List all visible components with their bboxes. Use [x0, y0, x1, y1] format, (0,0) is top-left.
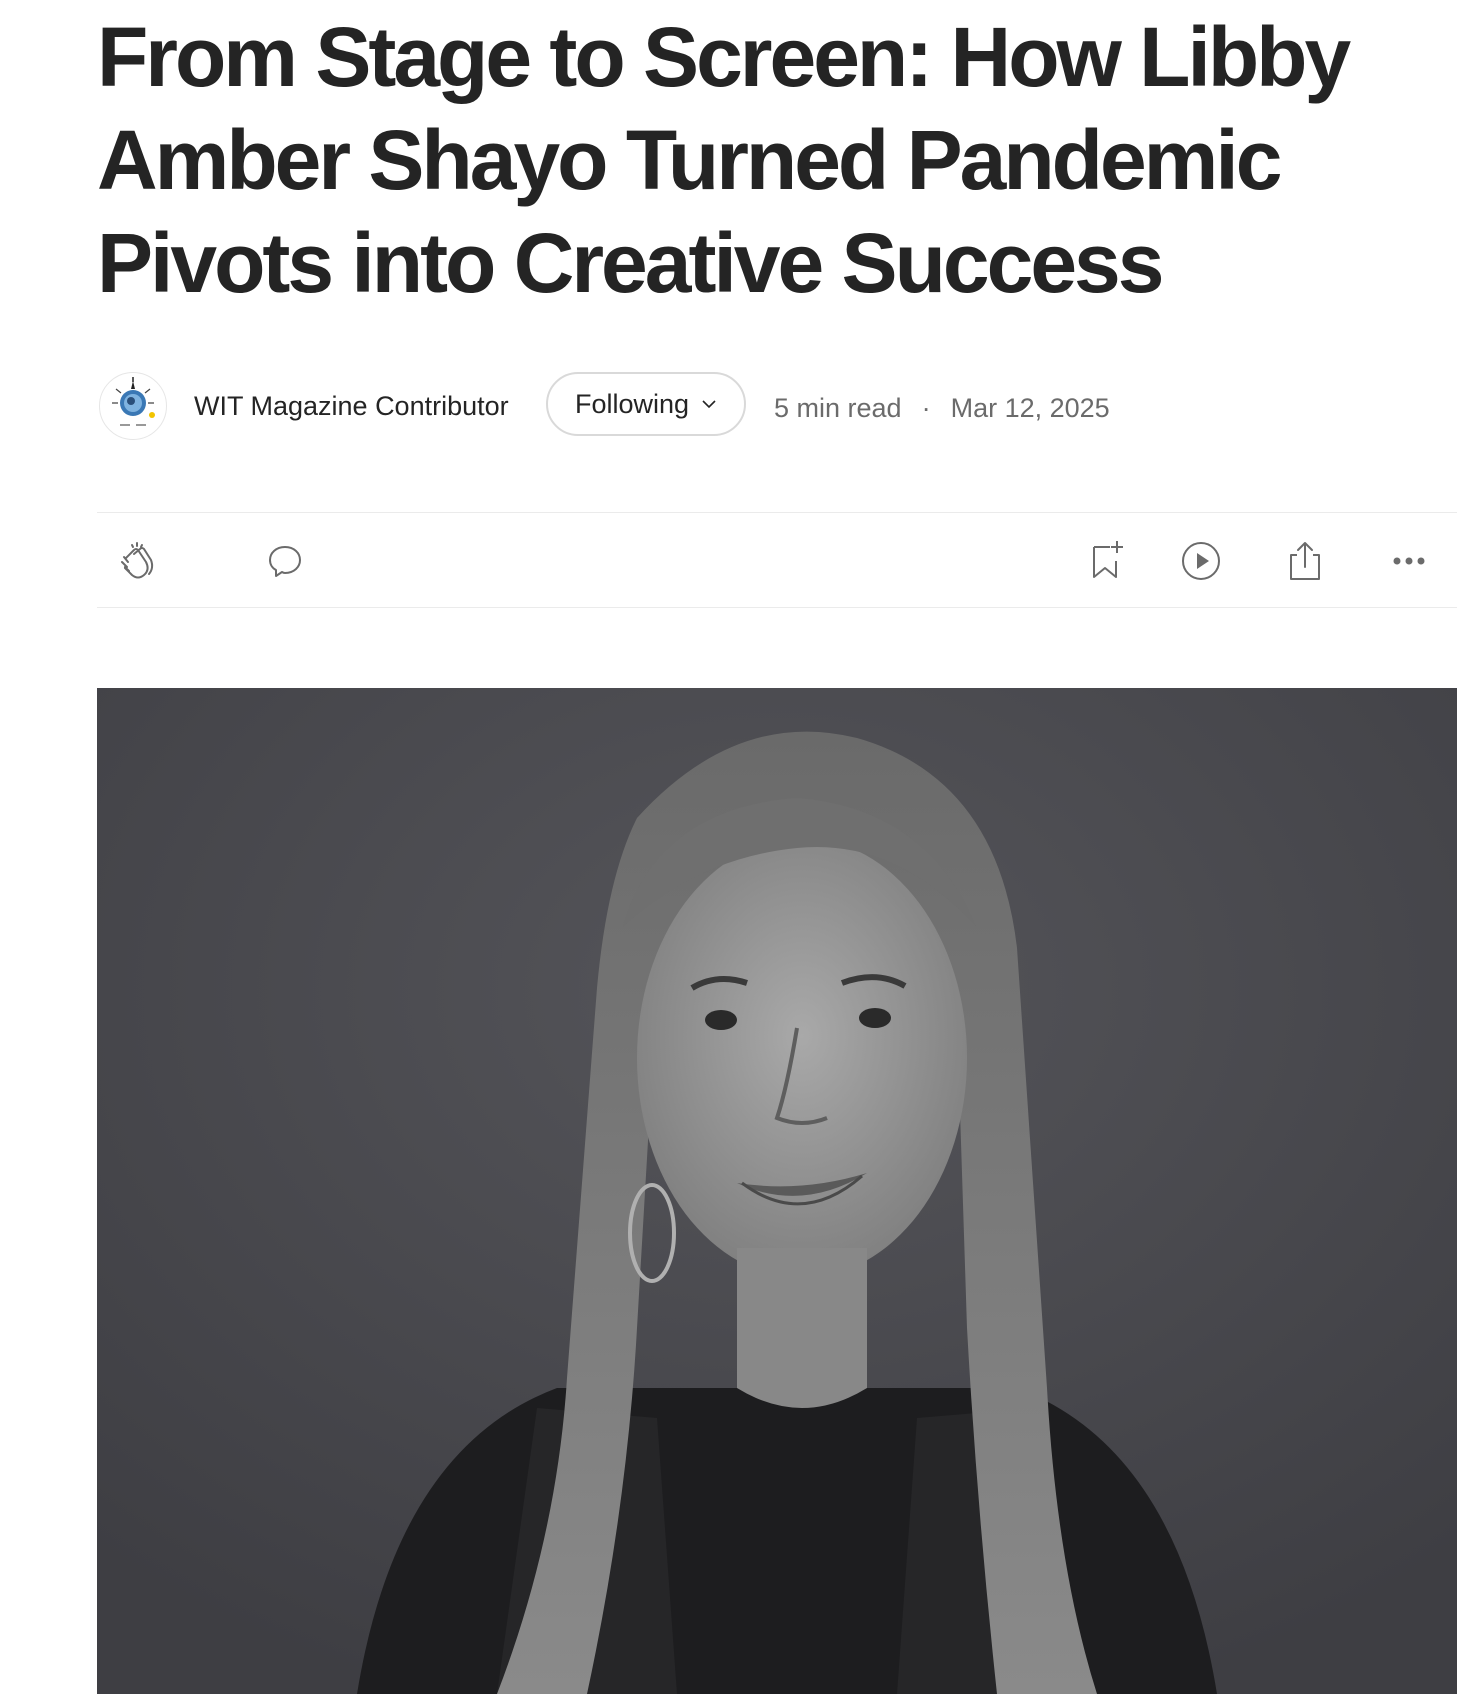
more-button[interactable] — [1387, 539, 1431, 583]
hero-image — [97, 688, 1457, 1694]
author-avatar[interactable] — [99, 372, 167, 440]
clap-icon — [121, 542, 154, 579]
author-name[interactable]: WIT Magazine Contributor — [194, 391, 509, 422]
following-button[interactable]: Following — [546, 372, 746, 436]
meta-separator: · — [921, 393, 931, 423]
share-icon — [1290, 542, 1320, 580]
listen-button[interactable] — [1179, 539, 1223, 583]
avatar-logo-icon — [112, 377, 155, 426]
chevron-down-icon — [702, 400, 716, 409]
bookmark-button[interactable] — [1084, 539, 1128, 583]
clap-button[interactable] — [115, 539, 159, 583]
portrait-photo — [97, 688, 1457, 1694]
bookmark-add-icon — [1093, 541, 1123, 578]
following-label: Following — [574, 388, 690, 419]
play-icon — [1182, 542, 1220, 580]
comment-button[interactable] — [263, 539, 307, 583]
article-meta: 5 min read · Mar 12, 2025 — [774, 393, 1110, 424]
share-button[interactable] — [1283, 539, 1327, 583]
comment-icon — [269, 546, 301, 577]
byline: WIT Magazine Contributor Following 5 min… — [97, 370, 1357, 440]
more-icon — [1393, 557, 1425, 565]
publish-date: Mar 12, 2025 — [950, 393, 1110, 423]
action-bar — [97, 512, 1457, 608]
article-title: From Stage to Screen: How Libby Amber Sh… — [97, 10, 1351, 310]
read-time: 5 min read — [774, 393, 902, 423]
